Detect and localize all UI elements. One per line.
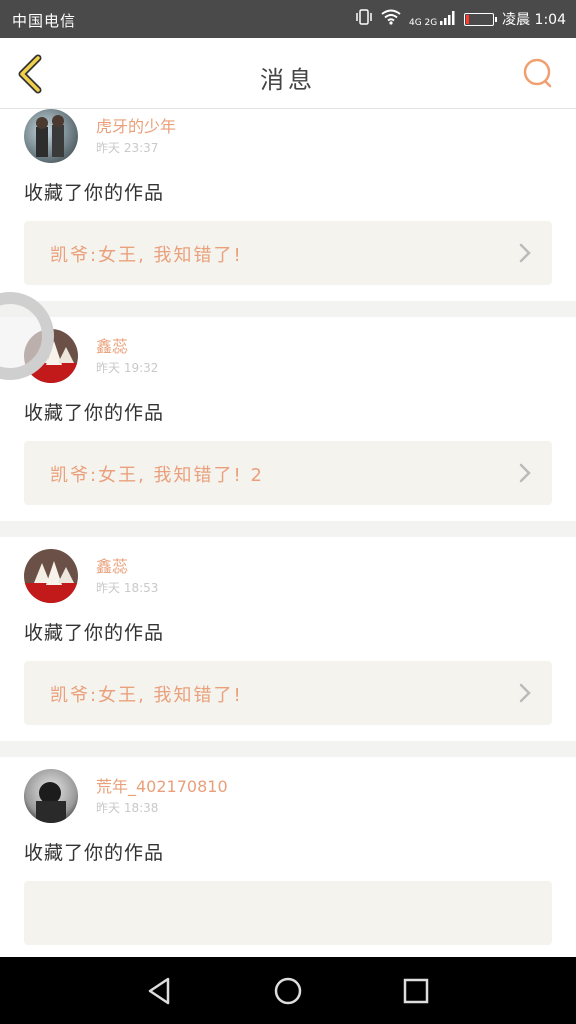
work-title: 凯爷:女王, 我知错了! <box>50 245 243 266</box>
clock: 凌晨 1:04 <box>502 12 566 28</box>
page-title: 消息 <box>260 66 316 94</box>
top-bar: 消息 <box>0 38 576 109</box>
avatar[interactable] <box>24 549 78 603</box>
message-card[interactable]: 鑫蕊 昨天 19:32 收藏了你的作品 凯爷:女王, 我知错了! 2 <box>0 317 576 521</box>
work-title: 凯爷:女王, 我知错了! <box>50 685 243 706</box>
battery-icon <box>464 12 498 26</box>
wifi-icon <box>381 9 401 29</box>
signal-icon: 4G 2G <box>408 10 456 28</box>
nav-recents-button[interactable] <box>400 975 432 1007</box>
timestamp: 昨天 19:32 <box>96 361 159 375</box>
message-feed[interactable]: 虎牙的少年 昨天 23:37 收藏了你的作品 凯爷:女王, 我知错了! 鑫蕊 昨… <box>0 109 576 957</box>
message-header: 荒年_402170810 昨天 18:38 <box>24 757 552 823</box>
carrier-label: 中国电信 <box>12 12 77 30</box>
search-button[interactable] <box>520 56 556 92</box>
message-card[interactable]: 虎牙的少年 昨天 23:37 收藏了你的作品 凯爷:女王, 我知错了! <box>0 109 576 301</box>
square-recents-icon <box>403 978 429 1004</box>
timestamp: 昨天 18:38 <box>96 801 159 815</box>
triangle-back-icon <box>148 977 170 1005</box>
message-header: 鑫蕊 昨天 18:53 <box>24 537 552 603</box>
nav-back-button[interactable] <box>144 975 176 1007</box>
battery-level <box>466 14 470 24</box>
chevron-right-icon <box>519 243 531 263</box>
message-card[interactable]: 鑫蕊 昨天 18:53 收藏了你的作品 凯爷:女王, 我知错了! <box>0 537 576 741</box>
action-text: 收藏了你的作品 <box>24 842 165 864</box>
username[interactable]: 鑫蕊 <box>96 553 128 577</box>
username[interactable]: 虎牙的少年 <box>96 113 176 137</box>
username[interactable]: 鑫蕊 <box>96 333 128 357</box>
action-text: 收藏了你的作品 <box>24 182 165 204</box>
work-link[interactable]: 凯爷:女王, 我知错了! 2 <box>24 441 552 505</box>
avatar[interactable] <box>24 769 78 823</box>
status-bar: 中国电信 4G 2G 凌晨 1:04 <box>0 0 576 38</box>
timestamp: 昨天 23:37 <box>96 141 159 155</box>
nav-home-button[interactable] <box>272 975 304 1007</box>
system-nav-bar <box>0 957 576 1024</box>
message-header: 虎牙的少年 昨天 23:37 <box>24 109 552 163</box>
action-text: 收藏了你的作品 <box>24 622 165 644</box>
username[interactable]: 荒年_402170810 <box>96 773 228 797</box>
work-link[interactable] <box>24 881 552 945</box>
work-link[interactable]: 凯爷:女王, 我知错了! <box>24 661 552 725</box>
action-text: 收藏了你的作品 <box>24 402 165 424</box>
message-header: 鑫蕊 昨天 19:32 <box>24 317 552 383</box>
work-link[interactable]: 凯爷:女王, 我知错了! <box>24 221 552 285</box>
circle-home-icon <box>274 977 302 1005</box>
status-icons: 4G 2G 凌晨 1:04 <box>355 9 566 29</box>
chevron-right-icon <box>519 463 531 483</box>
network-label: 4G 2G <box>408 17 438 28</box>
timestamp: 昨天 18:53 <box>96 581 159 595</box>
vibrate-icon <box>355 9 373 29</box>
avatar[interactable] <box>24 109 78 163</box>
message-card[interactable]: 荒年_402170810 昨天 18:38 收藏了你的作品 <box>0 757 576 957</box>
search-icon <box>523 58 552 88</box>
work-title: 凯爷:女王, 我知错了! 2 <box>50 465 264 486</box>
chevron-right-icon <box>519 683 531 703</box>
